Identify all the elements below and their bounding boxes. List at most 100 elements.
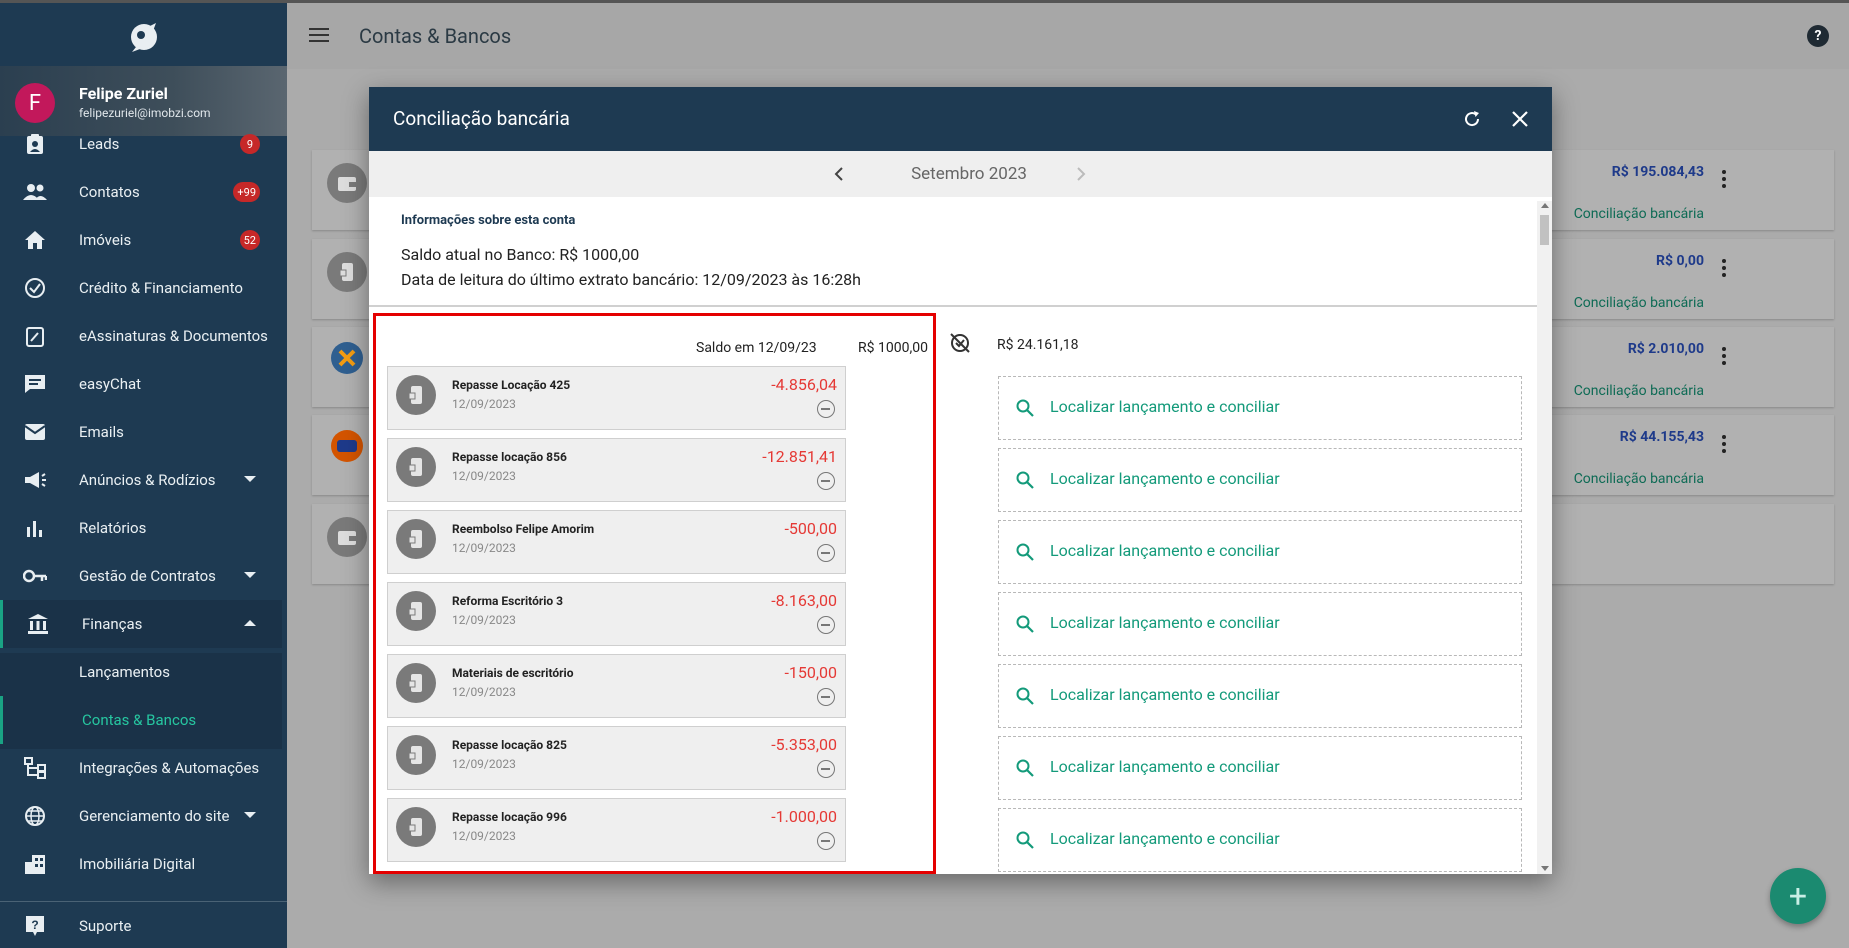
imoveis-badge: 52	[239, 230, 260, 250]
sidebar-item-contratos[interactable]: Gestão de Contratos	[0, 552, 282, 600]
find-and-reconcile-button[interactable]: Localizar lançamento e conciliar	[998, 736, 1522, 800]
conciliacao-link[interactable]: Conciliação bancária	[1574, 206, 1704, 222]
refresh-icon[interactable]	[1462, 109, 1482, 129]
scroll-down-icon[interactable]	[1541, 866, 1549, 871]
more-icon[interactable]	[1722, 347, 1726, 368]
add-button[interactable]: +	[1770, 868, 1826, 924]
remove-circle-icon[interactable]	[817, 688, 835, 706]
transaction-value: -150,00	[784, 663, 837, 682]
chevron-right-icon[interactable]	[1075, 165, 1087, 183]
more-icon[interactable]	[1722, 170, 1726, 191]
more-icon[interactable]	[1722, 259, 1726, 280]
svg-text:?: ?	[31, 918, 38, 932]
building-icon	[23, 853, 47, 875]
sidebar-item-lancamentos[interactable]: Lançamentos	[0, 648, 282, 696]
transaction-name: Reembolso Felipe Amorim	[452, 522, 595, 536]
search-icon	[1016, 399, 1034, 417]
transaction-item[interactable]: Repasse locação 856 12/09/2023 -12.851,4…	[387, 438, 846, 502]
sidebar-item-anuncios[interactable]: Anúncios & Rodízios	[0, 456, 282, 504]
transaction-item[interactable]: Repasse locação 996 12/09/2023 -1.000,00	[387, 798, 846, 862]
sidebar-item-suporte[interactable]: ? Suporte	[0, 902, 282, 948]
chevron-down-icon	[244, 572, 256, 578]
sidebar-item-eassinaturas[interactable]: eAssinaturas & Documentos	[0, 312, 282, 360]
sidebar-item-imobiliaria-digital[interactable]: Imobiliária Digital	[0, 840, 282, 888]
transaction-name: Reforma Escritório 3	[452, 594, 564, 608]
find-and-reconcile-button[interactable]: Localizar lançamento e conciliar	[998, 592, 1522, 656]
remove-circle-icon[interactable]	[817, 760, 835, 778]
search-icon	[1016, 471, 1034, 489]
last-statement-date: Data de leitura do último extrato bancár…	[401, 270, 861, 289]
sidebar-item-contatos[interactable]: Contatos +99	[0, 168, 282, 216]
remove-circle-icon[interactable]	[817, 400, 835, 418]
transaction-item[interactable]: Reembolso Felipe Amorim 12/09/2023 -500,…	[387, 510, 846, 574]
find-and-reconcile-button[interactable]: Localizar lançamento e conciliar	[998, 808, 1522, 872]
home-icon	[23, 229, 47, 251]
sidebar-item-leads[interactable]: Leads 9	[0, 120, 282, 168]
sidebar-item-label: easyChat	[79, 375, 142, 393]
sidebar-item-site[interactable]: Gerenciamento do site	[0, 792, 282, 840]
sidebar-item-integracoes[interactable]: Integrações & Automações	[0, 744, 282, 792]
sidebar-item-imoveis[interactable]: Imóveis 52	[0, 216, 282, 264]
transaction-item[interactable]: Reforma Escritório 3 12/09/2023 -8.163,0…	[387, 582, 846, 646]
transaction-date: 12/09/2023	[452, 685, 516, 699]
user-email: felipezuriel@imobzi.com	[79, 106, 211, 120]
search-icon	[1016, 687, 1034, 705]
transaction-name: Repasse locação 825	[452, 738, 567, 752]
sidebar-item-credito[interactable]: Crédito & Financiamento	[0, 264, 282, 312]
account-balance: R$ 0,00	[1655, 253, 1704, 269]
phone-icon	[396, 447, 436, 487]
more-icon[interactable]	[1722, 435, 1726, 456]
remove-circle-icon[interactable]	[817, 472, 835, 490]
sidebar-item-label: Relatórios	[79, 519, 147, 537]
transaction-item[interactable]: Materiais de escritório 12/09/2023 -150,…	[387, 654, 846, 718]
scroll-up-icon[interactable]	[1541, 203, 1549, 208]
sidebar-item-emails[interactable]: Emails	[0, 408, 282, 456]
chevron-left-icon[interactable]	[833, 165, 845, 183]
leads-badge: 9	[240, 134, 260, 154]
find-label: Localizar lançamento e conciliar	[1050, 541, 1280, 560]
find-and-reconcile-button[interactable]: Localizar lançamento e conciliar	[998, 664, 1522, 728]
remove-circle-icon[interactable]	[817, 616, 835, 634]
scroll-thumb[interactable]	[1540, 215, 1549, 245]
find-and-reconcile-button[interactable]: Localizar lançamento e conciliar	[998, 376, 1522, 440]
conciliacao-link[interactable]: Conciliação bancária	[1574, 383, 1704, 399]
find-and-reconcile-button[interactable]: Localizar lançamento e conciliar	[998, 448, 1522, 512]
current-month: Setembro 2023	[911, 164, 1027, 184]
edit-document-icon	[23, 325, 47, 347]
menu-icon[interactable]	[309, 28, 329, 42]
transaction-date: 12/09/2023	[452, 613, 516, 627]
transaction-name: Materiais de escritório	[452, 666, 574, 680]
transaction-item[interactable]: Repasse Locação 425 12/09/2023 -4.856,04	[387, 366, 846, 430]
flow-icon	[23, 757, 47, 779]
phone-icon	[396, 519, 436, 559]
sidebar-item-label: eAssinaturas & Documentos	[79, 327, 268, 345]
bank-transactions-list: Saldo em 12/09/23 R$ 1000,00 Repasse Loc…	[373, 313, 936, 874]
find-and-reconcile-button[interactable]: Localizar lançamento e conciliar	[998, 520, 1522, 584]
scrollbar[interactable]	[1537, 201, 1552, 874]
transaction-item[interactable]: Repasse locação 825 12/09/2023 -5.353,00	[387, 726, 846, 790]
remove-circle-icon[interactable]	[817, 832, 835, 850]
month-navigator: Setembro 2023	[369, 151, 1552, 197]
help-icon[interactable]: ?	[1807, 25, 1829, 47]
sidebar-item-contas-bancos[interactable]: Contas & Bancos	[0, 696, 282, 744]
remove-circle-icon[interactable]	[817, 544, 835, 562]
chevron-down-icon	[244, 476, 256, 482]
find-label: Localizar lançamento e conciliar	[1050, 469, 1280, 488]
sidebar-item-label: Emails	[79, 423, 124, 441]
sidebar-item-relatorios[interactable]: Relatórios	[0, 504, 282, 552]
find-label: Localizar lançamento e conciliar	[1050, 685, 1280, 704]
phone-icon	[396, 663, 436, 703]
conciliacao-link[interactable]: Conciliação bancária	[1574, 471, 1704, 487]
megaphone-icon	[23, 469, 47, 491]
close-icon[interactable]	[1510, 109, 1530, 129]
sidebar-item-financas[interactable]: Finanças	[0, 600, 282, 648]
transaction-value: -12.851,41	[762, 447, 837, 466]
find-label: Localizar lançamento e conciliar	[1050, 829, 1280, 848]
account-info: Informações sobre esta conta Saldo atual…	[401, 213, 861, 289]
visibility-off-icon[interactable]	[949, 332, 971, 354]
sidebar-item-easychat[interactable]: easyChat	[0, 360, 282, 408]
globe-icon	[23, 805, 47, 827]
conciliacao-link[interactable]: Conciliação bancária	[1574, 295, 1704, 311]
sidebar: F Felipe Zuriel felipezuriel@imobzi.com …	[0, 3, 287, 948]
sidebar-item-label: Leads	[79, 135, 120, 153]
